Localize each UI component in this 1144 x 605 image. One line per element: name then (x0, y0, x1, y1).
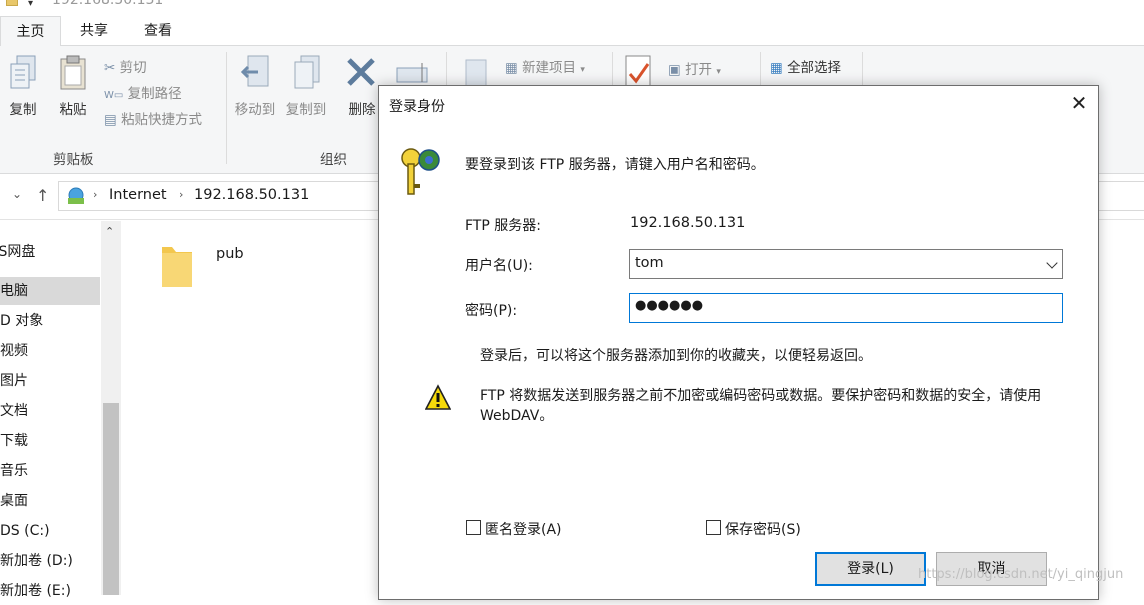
nav-item-3d-objects[interactable]: D 对象 (0, 307, 100, 335)
clipboard-icon (60, 55, 86, 90)
new-item-icon: ▦ (505, 60, 518, 76)
nav-item-netdisk[interactable]: PS网盘 (0, 238, 90, 266)
chevron-down-icon[interactable]: ⌄ (12, 187, 22, 201)
password-field[interactable]: ●●●●●● (629, 293, 1063, 323)
copy-path-label: 复制路径 (127, 86, 182, 102)
paste-shortcut-button[interactable]: ▤ 粘贴快捷方式 (104, 108, 202, 128)
copy-path-button[interactable]: W▭ 复制路径 (104, 82, 182, 102)
delete-label: 删除 (348, 102, 376, 118)
select-all-icon: ▦ (770, 60, 783, 76)
rename-icon[interactable] (396, 62, 432, 84)
watermark: https://blog.csdn.net/yi_qingjun (918, 567, 1124, 582)
copy-icon (10, 55, 36, 89)
password-value: ●●●●●● (635, 298, 704, 313)
chevron-down-icon[interactable] (1046, 257, 1058, 269)
warning-icon (425, 384, 451, 410)
login-dialog: 登录身份 ✕ 要登录到该 FTP 服务器，请键入用户名和密码。 FTP 服务器:… (378, 85, 1099, 600)
nav-item-music[interactable]: 音乐 (0, 457, 100, 485)
nav-item-videos[interactable]: 视频 (0, 337, 100, 365)
dropdown-icon: ▾ (716, 67, 721, 77)
chevron-up-icon[interactable]: ⌃ (105, 225, 114, 238)
clipboard-group-label: 剪贴板 (53, 152, 94, 168)
folder-icon (6, 0, 18, 6)
organize-group-label: 组织 (320, 152, 347, 168)
paste-button[interactable]: 粘贴 (52, 54, 94, 118)
ribbon-tabs: 主页 共享 查看 (0, 16, 1144, 47)
paste-shortcut-label: 粘贴快捷方式 (121, 112, 203, 128)
new-item-label: 新建项目 (522, 60, 577, 76)
close-button[interactable]: ✕ (1067, 92, 1091, 116)
login-button[interactable]: 登录(L) (815, 552, 926, 586)
nav-item-drive-c[interactable]: DS (C:) (0, 517, 100, 545)
copy-label: 复制 (9, 102, 37, 118)
dialog-message: 要登录到该 FTP 服务器，请键入用户名和密码。 (465, 157, 765, 173)
group-separator (226, 52, 227, 164)
nav-scrollbar[interactable]: ⌃ (101, 221, 121, 595)
open-button[interactable]: ▣ 打开 ▾ (668, 58, 721, 78)
window-titlebar: ▾ 192.168.50.131 (0, 0, 1144, 16)
tab-share[interactable]: 共享 (64, 16, 124, 46)
nav-item-drive-e[interactable]: 新加卷 (E:) (0, 577, 100, 605)
move-to-label: 移动到 (234, 102, 276, 118)
cut-button[interactable]: ✂ 剪切 (104, 56, 147, 76)
password-label: 密码(P): (465, 303, 518, 319)
save-password-checkbox[interactable] (706, 520, 721, 535)
copy-to-icon (294, 55, 320, 89)
username-label: 用户名(U): (465, 258, 533, 274)
navigation-pane: PS网盘 电脑 D 对象 视频 图片 文档 下载 音乐 桌面 DS (C:) 新… (0, 221, 122, 599)
server-label: FTP 服务器: (465, 218, 541, 234)
hint-text: 登录后，可以将这个服务器添加到你的收藏夹，以便轻易返回。 (480, 348, 872, 364)
dropdown-icon: ▾ (580, 65, 585, 75)
delete-icon (347, 58, 375, 86)
anonymous-checkbox[interactable] (466, 520, 481, 535)
username-field[interactable]: tom (629, 249, 1063, 279)
open-label: 打开 (685, 62, 713, 78)
cut-label: 剪切 (119, 60, 147, 76)
copy-path-icon: W▭ (104, 90, 124, 101)
dialog-title: 登录身份 (389, 99, 445, 115)
tab-home[interactable]: 主页 (0, 16, 61, 47)
new-item-button[interactable]: ▦ 新建项目 ▾ (505, 56, 585, 76)
breadcrumb-separator-icon: › (93, 188, 98, 201)
nav-item-this-pc[interactable]: 电脑 (0, 277, 100, 305)
scissors-icon: ✂ (104, 60, 116, 76)
network-icon (68, 187, 84, 204)
anonymous-label[interactable]: 匿名登录(A) (485, 519, 562, 539)
paste-shortcut-icon: ▤ (104, 112, 117, 128)
copy-button[interactable]: 复制 (2, 54, 44, 118)
file-name: pub (216, 246, 244, 262)
paste-label: 粘贴 (59, 102, 87, 118)
warning-text-line1: FTP 将数据发送到服务器之前不加密或编码密码或数据。要保护密码和数据的安全，请… (480, 388, 1042, 404)
list-item[interactable]: pub (158, 239, 278, 299)
warning-text-line2: WebDAV。 (480, 408, 554, 424)
scrollbar-thumb[interactable] (103, 403, 119, 595)
nav-item-pictures[interactable]: 图片 (0, 367, 100, 395)
chevron-down-icon[interactable]: ▾ (28, 0, 33, 9)
save-password-label[interactable]: 保存密码(S) (725, 519, 801, 539)
select-all-button[interactable]: ▦ 全部选择 (770, 56, 841, 76)
server-value: 192.168.50.131 (630, 215, 746, 231)
up-arrow-icon[interactable]: ↑ (36, 186, 49, 205)
nav-item-desktop[interactable]: 桌面 (0, 487, 100, 515)
window-title: 192.168.50.131 (52, 0, 164, 8)
nav-item-downloads[interactable]: 下载 (0, 427, 100, 455)
copy-to-button[interactable]: 复制到 (282, 54, 330, 118)
username-value: tom (635, 255, 664, 271)
nav-item-drive-d[interactable]: 新加卷 (D:) (0, 547, 100, 575)
select-all-label: 全部选择 (787, 60, 842, 76)
close-icon: ✕ (1070, 91, 1088, 115)
move-to-button[interactable]: 移动到 (231, 54, 279, 118)
key-icon (401, 148, 440, 195)
breadcrumb-host[interactable]: 192.168.50.131 (194, 187, 309, 203)
folder-icon (162, 247, 192, 287)
open-icon: ▣ (668, 62, 681, 78)
move-to-icon (240, 55, 269, 87)
copy-to-label: 复制到 (285, 102, 327, 118)
tab-view[interactable]: 查看 (128, 16, 188, 46)
delete-button[interactable]: 删除 (344, 54, 380, 118)
nav-item-documents[interactable]: 文档 (0, 397, 100, 425)
breadcrumb-internet[interactable]: Internet (109, 187, 167, 203)
breadcrumb-separator-icon: › (179, 188, 184, 201)
